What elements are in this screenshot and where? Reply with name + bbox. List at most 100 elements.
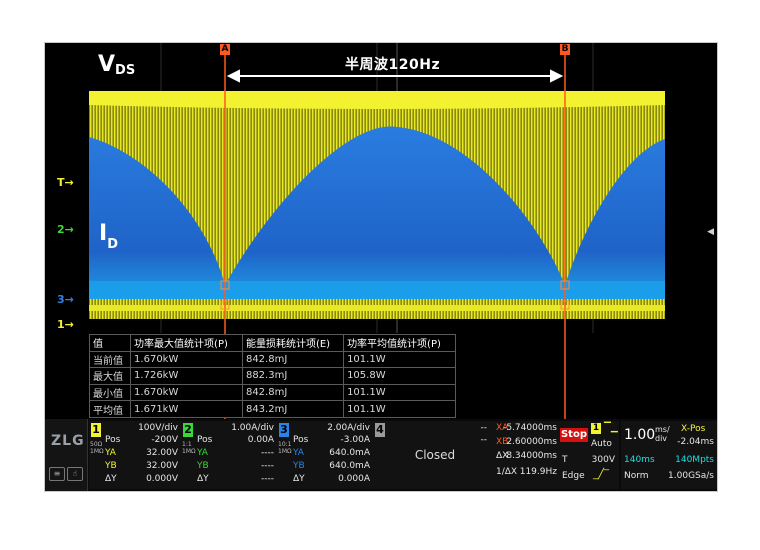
stats-cell: 平均值	[88, 400, 132, 418]
ch2-coupling: 1:1 1MΩ	[182, 441, 196, 455]
oscilloscope-screen: A B VDS ID 半周波120Hz T→ 2→ 3→ 1→ ◀ 值 功率最大…	[44, 42, 718, 492]
xa-value: -5.74000ms	[503, 423, 557, 433]
time-window: 140ms	[624, 455, 655, 465]
ch4-panel[interactable]: 4 -- -- Closed	[373, 421, 494, 489]
stats-cell: 1.726kW	[130, 367, 243, 385]
ch1-dy-label: ΔY	[105, 474, 117, 484]
stats-cell: 882.3mJ	[241, 367, 345, 385]
ch2-dy-label: ΔY	[197, 474, 209, 484]
memory-depth: 140Mpts	[675, 455, 714, 465]
stats-header: 功率最大值统计项(P)	[130, 334, 243, 352]
ch4-scale: --	[480, 423, 488, 433]
trigger-mode[interactable]: Auto	[591, 439, 612, 449]
span-label: 半周波120Hz	[345, 57, 441, 73]
ch3-dy-label: ΔY	[293, 474, 305, 484]
ch1-yb-label: YB	[105, 461, 117, 471]
ch2-ya: ----	[261, 448, 274, 458]
ch2-pos-label: Pos	[197, 435, 213, 445]
ch1-pos-label: Pos	[105, 435, 121, 445]
trigger-type-label: T	[562, 455, 568, 465]
time-scale[interactable]: 1.00	[624, 427, 655, 443]
stats-header: 功率平均值统计项(P)	[343, 334, 456, 352]
cursor-b-tag[interactable]: B	[560, 44, 570, 55]
id-label: ID	[99, 221, 118, 253]
cursor-readout-panel[interactable]: XA -5.74000ms XB 2.60000ms ΔX 8.34000ms …	[493, 421, 559, 489]
inv-dx-label: 1/ΔX	[496, 467, 518, 477]
ch1-offset-marker[interactable]: 1→	[57, 318, 74, 331]
ch2-yb-label: YB	[197, 461, 209, 471]
ch2-ya-label: YA	[197, 448, 208, 458]
stats-cell: 1.671kW	[130, 400, 243, 418]
ch3-pos-label: Pos	[293, 435, 309, 445]
dx-value: 8.34000ms	[506, 451, 557, 461]
ch3-coupling: 10:1 1MΩ	[278, 441, 292, 455]
ch3-number: 3	[279, 423, 289, 437]
ch2-pos: 0.00A	[247, 435, 274, 445]
stats-cell: 最小值	[88, 383, 132, 402]
stats-header: 能量损耗统计项(E)	[241, 334, 345, 352]
timebase-panel[interactable]: 1.00 ms/div X-Pos -2.04ms 140ms 140Mpts …	[621, 421, 717, 489]
menu-icon[interactable]: ≡	[49, 467, 65, 481]
ch1-coupling: 50Ω 1MΩ	[90, 441, 104, 455]
xpos-value: -2.04ms	[677, 437, 714, 447]
sample-rate: 1.00GSa/s	[668, 471, 714, 481]
ch2-number: 2	[183, 423, 193, 437]
stats-cell: 842.8mJ	[241, 350, 345, 369]
stats-cell: 1.670kW	[130, 383, 243, 402]
ch3-pos: -3.00A	[340, 435, 370, 445]
ch1-panel[interactable]: 1 50Ω 1MΩ 100V/div Pos -200V YA 32.00V Y…	[89, 421, 182, 489]
ch2-panel[interactable]: 2 1:1 1MΩ 1.00A/div Pos 0.00A YA ---- YB…	[181, 421, 278, 489]
xb-value: 2.60000ms	[506, 437, 557, 447]
stats-row: 平均值 1.671kW 843.2mJ 101.1W	[88, 400, 456, 418]
ch2-offset-marker[interactable]: 2→	[57, 223, 74, 236]
trigger-edge: Edge	[562, 471, 585, 481]
ch4-closed-button[interactable]: Closed	[385, 443, 485, 467]
ch3-offset-marker[interactable]: 3→	[57, 293, 74, 306]
ch1-ya-label: YA	[105, 448, 116, 458]
stats-row: 最小值 1.670kW 842.8mJ 101.1W	[88, 383, 456, 402]
touch-icon[interactable]: ☝	[67, 467, 83, 481]
expand-arrow-icon[interactable]: ◀	[707, 227, 714, 237]
stats-cell: 最大值	[88, 367, 132, 385]
vds-label: VDS	[98, 52, 136, 78]
ch1-dy: 0.000V	[146, 474, 178, 484]
stats-cell: 842.8mJ	[241, 383, 345, 402]
stats-cell: 101.1W	[343, 400, 456, 418]
ch2-scale[interactable]: 1.00A/div	[231, 423, 274, 433]
run-stop-button[interactable]: Stop	[560, 428, 588, 442]
ch2-yb: ----	[261, 461, 274, 471]
ch3-yb-label: YB	[293, 461, 305, 471]
stats-row: 最大值 1.726kW 882.3mJ 105.8W	[88, 367, 456, 385]
acq-mode: Norm	[624, 471, 649, 481]
trigger-panel[interactable]: Stop 1 ▔▁ Auto T 300V Edge _╱‾	[559, 421, 619, 489]
time-unit: ms/div	[655, 425, 670, 443]
stats-row: 当前值 1.670kW 842.8mJ 101.1W	[88, 350, 456, 369]
ch3-ya: 640.0mA	[329, 448, 370, 458]
ch1-ya: 32.00V	[146, 448, 178, 458]
trigger-level-marker[interactable]: T→	[57, 176, 74, 189]
trigger-source: 1	[591, 423, 601, 434]
measurement-stats-table: 值 功率最大值统计项(P) 能量损耗统计项(E) 功率平均值统计项(P) 当前值…	[88, 334, 456, 418]
ch2-dy: ----	[261, 474, 274, 484]
ch1-pos: -200V	[151, 435, 178, 445]
ch3-ya-label: YA	[293, 448, 304, 458]
trigger-level: 300V	[591, 455, 615, 465]
stats-cell: 843.2mJ	[241, 400, 345, 418]
inv-dx-value: 119.9Hz	[519, 467, 557, 477]
ch3-panel[interactable]: 3 10:1 1MΩ 2.00A/div Pos -3.00A YA 640.0…	[277, 421, 374, 489]
ch4-number: 4	[375, 423, 385, 437]
brand-logo: ZLG	[51, 433, 85, 449]
ch1-scale[interactable]: 100V/div	[138, 423, 178, 433]
stats-header-row: 值 功率最大值统计项(P) 能量损耗统计项(E) 功率平均值统计项(P)	[88, 334, 456, 352]
stats-cell: 101.1W	[343, 350, 456, 369]
ch3-scale[interactable]: 2.00A/div	[327, 423, 370, 433]
ch3-dy: 0.000A	[338, 474, 370, 484]
stats-header: 值	[88, 334, 132, 352]
ch3-yb: 640.0mA	[329, 461, 370, 471]
stats-cell: 当前值	[88, 350, 132, 369]
ch1-yb: 32.00V	[146, 461, 178, 471]
stats-cell: 101.1W	[343, 383, 456, 402]
cursor-a-tag[interactable]: A	[220, 44, 230, 55]
edge-rising-icon: ▔▁	[604, 423, 618, 433]
brand-panel: ZLG ≡ ☝	[45, 419, 88, 491]
